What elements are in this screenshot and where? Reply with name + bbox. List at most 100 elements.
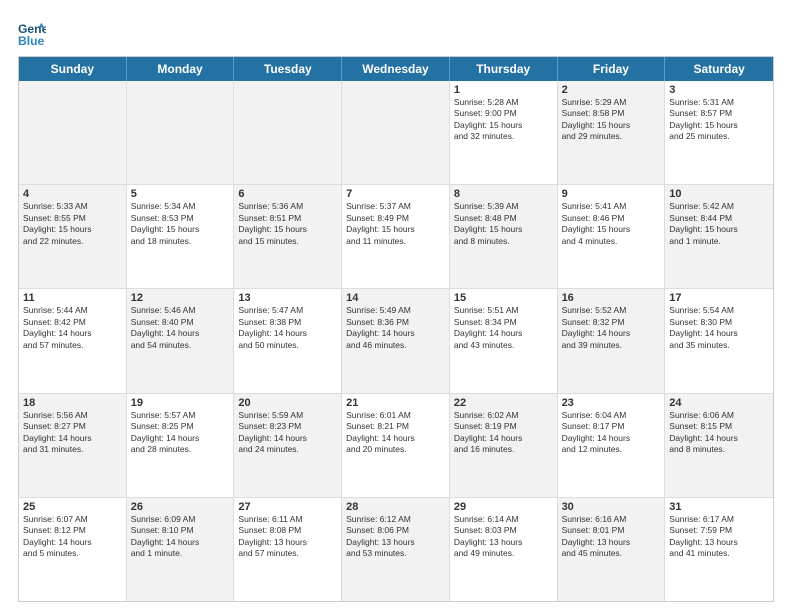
- cell-info-line: and 24 minutes.: [238, 444, 337, 455]
- cal-header-friday: Friday: [558, 57, 666, 81]
- cell-info-line: Sunrise: 5:46 AM: [131, 305, 230, 316]
- cell-info-line: Sunset: 8:30 PM: [669, 317, 769, 328]
- cal-cell-1-1: [19, 81, 127, 184]
- day-number: 31: [669, 501, 769, 513]
- calendar-body: 1Sunrise: 5:28 AMSunset: 9:00 PMDaylight…: [19, 81, 773, 601]
- day-number: 3: [669, 84, 769, 96]
- cell-info-line: Daylight: 14 hours: [454, 433, 553, 444]
- cell-info-line: Sunrise: 5:57 AM: [131, 410, 230, 421]
- header: General Blue: [18, 16, 774, 48]
- cell-info-line: Sunset: 9:00 PM: [454, 108, 553, 119]
- calendar: SundayMondayTuesdayWednesdayThursdayFrid…: [18, 56, 774, 602]
- cell-info-line: Daylight: 14 hours: [562, 328, 661, 339]
- cell-info-line: Daylight: 14 hours: [454, 328, 553, 339]
- cell-info-line: Sunset: 8:34 PM: [454, 317, 553, 328]
- cell-info-line: Daylight: 15 hours: [23, 224, 122, 235]
- cal-cell-4-7: 24Sunrise: 6:06 AMSunset: 8:15 PMDayligh…: [665, 394, 773, 497]
- cell-info-line: and 29 minutes.: [562, 131, 661, 142]
- day-number: 7: [346, 188, 445, 200]
- cell-info-line: Daylight: 14 hours: [346, 433, 445, 444]
- day-number: 30: [562, 501, 661, 513]
- cell-info-line: Sunset: 7:59 PM: [669, 525, 769, 536]
- svg-text:Blue: Blue: [18, 34, 45, 48]
- day-number: 12: [131, 292, 230, 304]
- cell-info-line: and 8 minutes.: [669, 444, 769, 455]
- day-number: 22: [454, 397, 553, 409]
- cell-info-line: Sunset: 8:23 PM: [238, 421, 337, 432]
- cell-info-line: and 45 minutes.: [562, 548, 661, 559]
- cell-info-line: Sunset: 8:15 PM: [669, 421, 769, 432]
- cell-info-line: Sunrise: 5:59 AM: [238, 410, 337, 421]
- cal-cell-4-6: 23Sunrise: 6:04 AMSunset: 8:17 PMDayligh…: [558, 394, 666, 497]
- cell-info-line: Sunrise: 6:16 AM: [562, 514, 661, 525]
- cell-info-line: and 54 minutes.: [131, 340, 230, 351]
- cell-info-line: Daylight: 15 hours: [562, 224, 661, 235]
- cal-header-tuesday: Tuesday: [234, 57, 342, 81]
- cell-info-line: Daylight: 14 hours: [346, 328, 445, 339]
- logo-icon: General Blue: [18, 20, 46, 48]
- cal-week-3: 11Sunrise: 5:44 AMSunset: 8:42 PMDayligh…: [19, 289, 773, 393]
- cell-info-line: Sunrise: 5:56 AM: [23, 410, 122, 421]
- cell-info-line: Sunset: 8:49 PM: [346, 213, 445, 224]
- cell-info-line: Sunset: 8:40 PM: [131, 317, 230, 328]
- cell-info-line: Sunrise: 5:39 AM: [454, 201, 553, 212]
- cell-info-line: Sunrise: 5:33 AM: [23, 201, 122, 212]
- cell-info-line: and 4 minutes.: [562, 236, 661, 247]
- cell-info-line: and 50 minutes.: [238, 340, 337, 351]
- cell-info-line: and 43 minutes.: [454, 340, 553, 351]
- cal-cell-5-4: 28Sunrise: 6:12 AMSunset: 8:06 PMDayligh…: [342, 498, 450, 601]
- cell-info-line: Sunset: 8:51 PM: [238, 213, 337, 224]
- cell-info-line: Sunrise: 5:52 AM: [562, 305, 661, 316]
- day-number: 15: [454, 292, 553, 304]
- cal-cell-2-7: 10Sunrise: 5:42 AMSunset: 8:44 PMDayligh…: [665, 185, 773, 288]
- cell-info-line: and 25 minutes.: [669, 131, 769, 142]
- cell-info-line: Daylight: 14 hours: [23, 328, 122, 339]
- cell-info-line: Sunrise: 6:02 AM: [454, 410, 553, 421]
- cal-cell-4-3: 20Sunrise: 5:59 AMSunset: 8:23 PMDayligh…: [234, 394, 342, 497]
- cell-info-line: Sunset: 8:48 PM: [454, 213, 553, 224]
- cell-info-line: Sunrise: 5:29 AM: [562, 97, 661, 108]
- cal-cell-1-4: [342, 81, 450, 184]
- logo: General Blue: [18, 20, 50, 48]
- day-number: 23: [562, 397, 661, 409]
- day-number: 14: [346, 292, 445, 304]
- cal-cell-5-5: 29Sunrise: 6:14 AMSunset: 8:03 PMDayligh…: [450, 498, 558, 601]
- day-number: 21: [346, 397, 445, 409]
- cell-info-line: and 12 minutes.: [562, 444, 661, 455]
- cell-info-line: Daylight: 13 hours: [669, 537, 769, 548]
- cell-info-line: Daylight: 13 hours: [238, 537, 337, 548]
- day-number: 10: [669, 188, 769, 200]
- day-number: 27: [238, 501, 337, 513]
- cell-info-line: Daylight: 15 hours: [454, 120, 553, 131]
- cell-info-line: Sunset: 8:57 PM: [669, 108, 769, 119]
- day-number: 17: [669, 292, 769, 304]
- cal-header-wednesday: Wednesday: [342, 57, 450, 81]
- cell-info-line: and 15 minutes.: [238, 236, 337, 247]
- cal-cell-1-7: 3Sunrise: 5:31 AMSunset: 8:57 PMDaylight…: [665, 81, 773, 184]
- cal-cell-3-7: 17Sunrise: 5:54 AMSunset: 8:30 PMDayligh…: [665, 289, 773, 392]
- cell-info-line: Sunset: 8:03 PM: [454, 525, 553, 536]
- cal-header-monday: Monday: [127, 57, 235, 81]
- day-number: 1: [454, 84, 553, 96]
- cell-info-line: Sunrise: 6:06 AM: [669, 410, 769, 421]
- cell-info-line: Sunset: 8:46 PM: [562, 213, 661, 224]
- cell-info-line: Daylight: 14 hours: [238, 328, 337, 339]
- cell-info-line: Sunrise: 5:28 AM: [454, 97, 553, 108]
- cal-cell-1-6: 2Sunrise: 5:29 AMSunset: 8:58 PMDaylight…: [558, 81, 666, 184]
- calendar-header: SundayMondayTuesdayWednesdayThursdayFrid…: [19, 57, 773, 81]
- cell-info-line: and 57 minutes.: [238, 548, 337, 559]
- cell-info-line: Sunrise: 6:01 AM: [346, 410, 445, 421]
- cell-info-line: Sunset: 8:19 PM: [454, 421, 553, 432]
- cell-info-line: Daylight: 15 hours: [669, 120, 769, 131]
- cell-info-line: and 41 minutes.: [669, 548, 769, 559]
- day-number: 18: [23, 397, 122, 409]
- cell-info-line: Sunset: 8:27 PM: [23, 421, 122, 432]
- cell-info-line: Daylight: 13 hours: [346, 537, 445, 548]
- cell-info-line: Sunrise: 5:47 AM: [238, 305, 337, 316]
- cell-info-line: Sunrise: 5:34 AM: [131, 201, 230, 212]
- cal-cell-2-5: 8Sunrise: 5:39 AMSunset: 8:48 PMDaylight…: [450, 185, 558, 288]
- cell-info-line: and 8 minutes.: [454, 236, 553, 247]
- cell-info-line: Daylight: 15 hours: [238, 224, 337, 235]
- cell-info-line: and 22 minutes.: [23, 236, 122, 247]
- cal-cell-2-1: 4Sunrise: 5:33 AMSunset: 8:55 PMDaylight…: [19, 185, 127, 288]
